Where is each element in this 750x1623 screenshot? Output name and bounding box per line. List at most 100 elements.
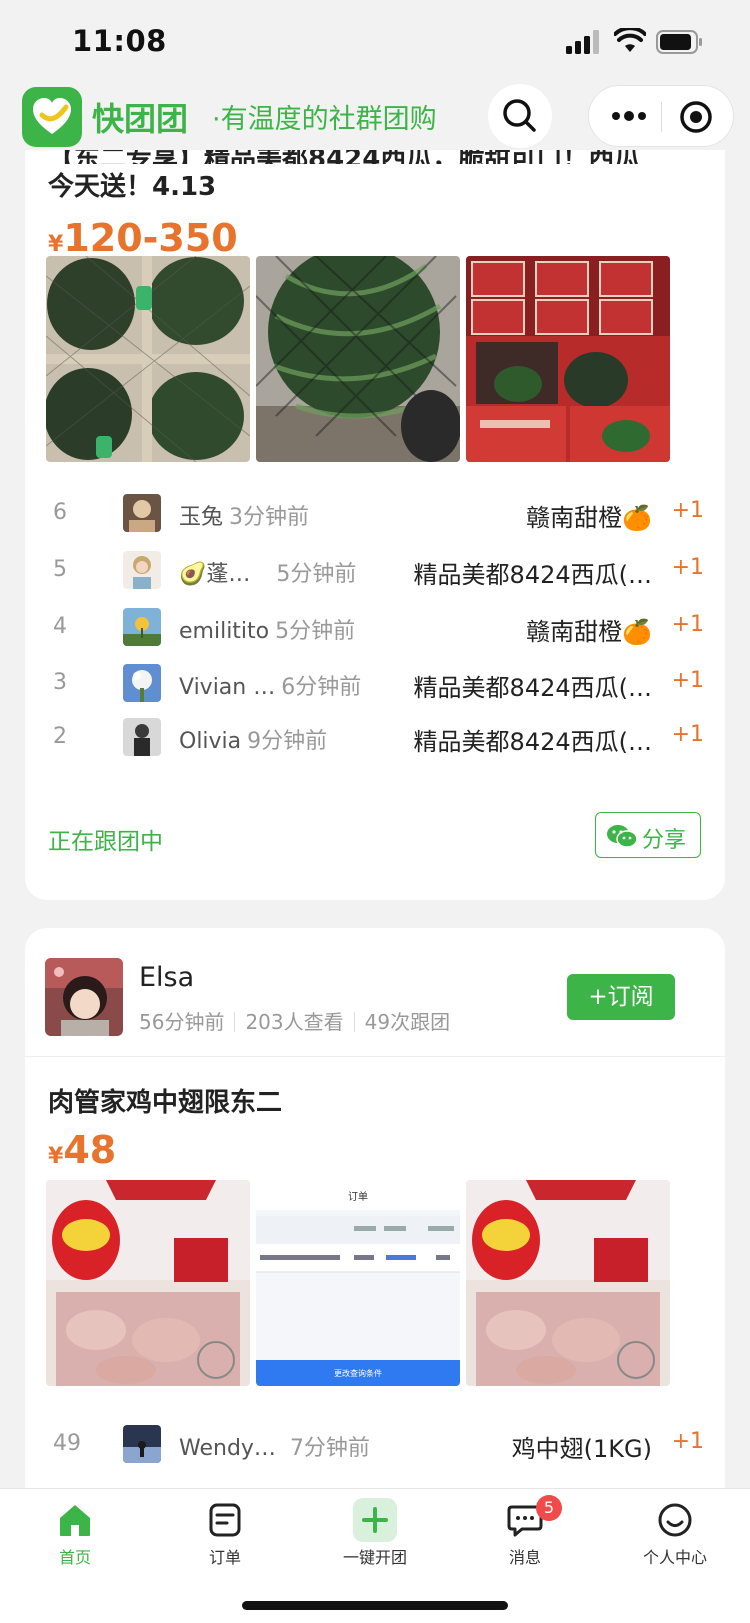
status-bar: 11:08 bbox=[0, 0, 750, 82]
join-count: 49次跟团 bbox=[364, 1010, 451, 1034]
follower-name: Olivia bbox=[179, 729, 242, 754]
follower-qty: +1 bbox=[671, 555, 704, 580]
follower-time: 3分钟前 bbox=[229, 505, 310, 530]
search-button[interactable] bbox=[488, 84, 552, 148]
app-logo bbox=[22, 87, 82, 147]
follower-item: 赣南甜橙🍊 bbox=[526, 618, 652, 646]
product-photo-1[interactable] bbox=[46, 256, 250, 462]
follower-row: 6 玉兔 3分钟前 赣南甜橙🍊 +1 bbox=[48, 492, 708, 532]
wechat-icon bbox=[607, 825, 638, 848]
product-photo-2[interactable]: 订单 更改查询条件 bbox=[256, 1180, 460, 1386]
follower-row: 49 Wendy… 7分钟前 鸡中翅(1KG) +1 bbox=[48, 1423, 708, 1463]
close-mini-program-icon[interactable] bbox=[677, 98, 715, 136]
post-meta: 56分钟前 203人查看 49次跟团 bbox=[139, 1006, 450, 1035]
unread-badge: 5 bbox=[536, 1495, 562, 1521]
tab-label: 消息 bbox=[508, 1548, 541, 1567]
plus-icon bbox=[353, 1498, 397, 1542]
avatar bbox=[123, 551, 161, 589]
tab-label: 个人中心 bbox=[642, 1548, 707, 1567]
follower-name: Vivian … bbox=[179, 675, 276, 700]
bottom-tab-bar: 首页 订单 一键开团 5 消息 个人中心 bbox=[0, 1488, 750, 1623]
signal-icon bbox=[566, 30, 599, 54]
post-title: 今天送！4.13 bbox=[48, 172, 217, 202]
group-buy-card-chicken-wings[interactable]: Elsa 56分钟前 203人查看 49次跟团 +订阅 肉管家鸡中翅限东二 ¥48 … bbox=[25, 928, 725, 1488]
follower-name: 玉兔 bbox=[179, 505, 224, 530]
tab-home[interactable]: 首页 bbox=[0, 1489, 150, 1589]
avatar[interactable] bbox=[45, 958, 123, 1036]
product-photo-1[interactable] bbox=[46, 1180, 250, 1386]
subscribe-button[interactable]: +订阅 bbox=[567, 974, 675, 1020]
follower-item: 精品美都8424西瓜(… bbox=[413, 728, 652, 756]
following-status[interactable]: 正在跟团中 bbox=[48, 822, 163, 856]
post-price: ¥48 bbox=[48, 1128, 117, 1172]
follower-name: emilitito bbox=[179, 619, 270, 644]
follower-item: 鸡中翅(1KG) bbox=[511, 1435, 652, 1463]
follower-item: 精品美都8424西瓜(… bbox=[413, 674, 652, 702]
tab-label: 首页 bbox=[58, 1548, 91, 1567]
battery-icon bbox=[656, 30, 702, 54]
follower-name: 🥑蓬… bbox=[179, 562, 251, 587]
follower-row: 5 🥑蓬… 5分钟前 精品美都8424西瓜(… +1 bbox=[48, 549, 708, 589]
author-name[interactable]: Elsa bbox=[139, 962, 194, 993]
follower-item: 赣南甜橙🍊 bbox=[526, 504, 652, 532]
product-photo-2[interactable] bbox=[256, 256, 460, 462]
follower-rank: 5 bbox=[53, 557, 67, 582]
more-icon[interactable] bbox=[607, 100, 651, 132]
profile-icon bbox=[658, 1503, 692, 1537]
order-icon bbox=[209, 1503, 241, 1537]
divider bbox=[25, 1056, 725, 1057]
follower-time: 5分钟前 bbox=[276, 562, 357, 587]
avatar bbox=[123, 494, 161, 532]
follower-rank: 3 bbox=[53, 670, 67, 695]
tab-start-group[interactable]: 一键开团 bbox=[300, 1489, 450, 1589]
post-title: 肉管家鸡中翅限东二 bbox=[48, 1088, 283, 1118]
post-price: ¥120-350 bbox=[48, 216, 238, 260]
tab-label: 一键开团 bbox=[342, 1548, 407, 1567]
follower-time: 5分钟前 bbox=[275, 619, 356, 644]
product-photo-3[interactable] bbox=[466, 256, 670, 462]
avatar bbox=[123, 608, 161, 646]
brand-tagline: ·有温度的社群团购 bbox=[212, 104, 437, 135]
follower-rank: 49 bbox=[53, 1431, 81, 1456]
home-icon bbox=[60, 1505, 90, 1536]
screenshot-header-text: 订单 bbox=[348, 1191, 368, 1203]
follower-item: 精品美都8424西瓜(… bbox=[413, 561, 652, 589]
tab-messages[interactable]: 5 消息 bbox=[450, 1489, 600, 1589]
share-button[interactable]: 分享 bbox=[595, 812, 701, 858]
post-time: 56分钟前 bbox=[139, 1010, 225, 1034]
avatar bbox=[123, 1425, 161, 1463]
heart-logo-icon bbox=[33, 98, 71, 134]
follower-rank: 4 bbox=[53, 614, 67, 639]
group-buy-card-watermelon[interactable]: 【东二专享】精品美都8424西瓜，脆甜可口！西瓜 今天送！4.13 ¥120-3… bbox=[25, 110, 725, 900]
app-header: 快团团 ·有温度的社群团购 bbox=[0, 82, 750, 150]
follower-qty: +1 bbox=[671, 612, 704, 637]
share-label: 分享 bbox=[642, 828, 687, 853]
status-time: 11:08 bbox=[72, 24, 167, 58]
follower-qty: +1 bbox=[671, 722, 704, 747]
follower-row: 4 emilitito 5分钟前 赣南甜橙🍊 +1 bbox=[48, 606, 708, 646]
follower-time: 9分钟前 bbox=[247, 729, 328, 754]
product-photo-3[interactable] bbox=[466, 1180, 670, 1386]
mini-program-capsule bbox=[588, 85, 734, 147]
tab-profile[interactable]: 个人中心 bbox=[600, 1489, 750, 1589]
screenshot-button-text: 更改查询条件 bbox=[334, 1368, 382, 1378]
tab-label: 订单 bbox=[208, 1548, 241, 1567]
follower-qty: +1 bbox=[671, 1429, 704, 1454]
brand-name: 快团团 bbox=[92, 100, 189, 138]
follower-time: 7分钟前 bbox=[289, 1436, 370, 1461]
capsule-divider bbox=[661, 102, 662, 132]
search-icon bbox=[503, 99, 536, 132]
wifi-icon bbox=[614, 28, 646, 52]
tab-orders[interactable]: 订单 bbox=[150, 1489, 300, 1589]
avatar bbox=[123, 718, 161, 756]
follower-rank: 6 bbox=[53, 500, 67, 525]
home-indicator bbox=[242, 1601, 508, 1610]
follower-name: Wendy… bbox=[179, 1436, 276, 1461]
follower-row: 3 Vivian … 6分钟前 精品美都8424西瓜(… +1 bbox=[48, 662, 708, 702]
follower-rank: 2 bbox=[53, 724, 67, 749]
follower-time: 6分钟前 bbox=[281, 675, 362, 700]
view-count: 203人查看 bbox=[245, 1010, 344, 1034]
avatar bbox=[123, 664, 161, 702]
follower-row: 2 Olivia 9分钟前 精品美都8424西瓜(… +1 bbox=[48, 716, 708, 756]
follower-qty: +1 bbox=[671, 498, 704, 523]
